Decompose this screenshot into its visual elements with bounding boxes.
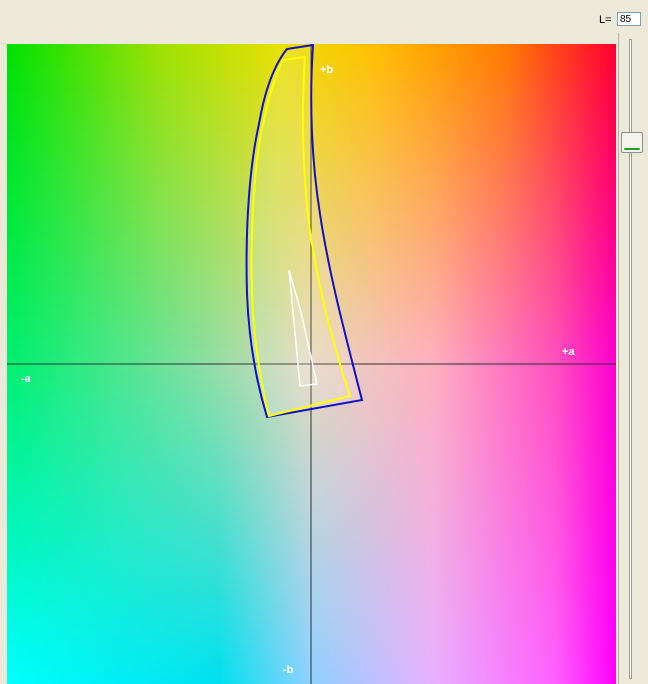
lab-gamut-viewer-window: L= 85 +b +a -a -b bbox=[0, 0, 648, 684]
lightness-input[interactable] bbox=[617, 12, 641, 26]
ab-color-plane[interactable]: +b +a -a -b bbox=[7, 44, 616, 684]
gamut-overlay bbox=[7, 44, 616, 684]
minus-b-label: -b bbox=[283, 664, 294, 676]
lightness-label: L= bbox=[599, 14, 612, 26]
plus-a-label: +a bbox=[562, 346, 575, 358]
lightness-slider[interactable] bbox=[618, 33, 645, 684]
lightness-slider-thumb[interactable] bbox=[621, 131, 643, 153]
plus-b-label: +b bbox=[320, 64, 334, 76]
minus-a-label: -a bbox=[21, 373, 31, 385]
